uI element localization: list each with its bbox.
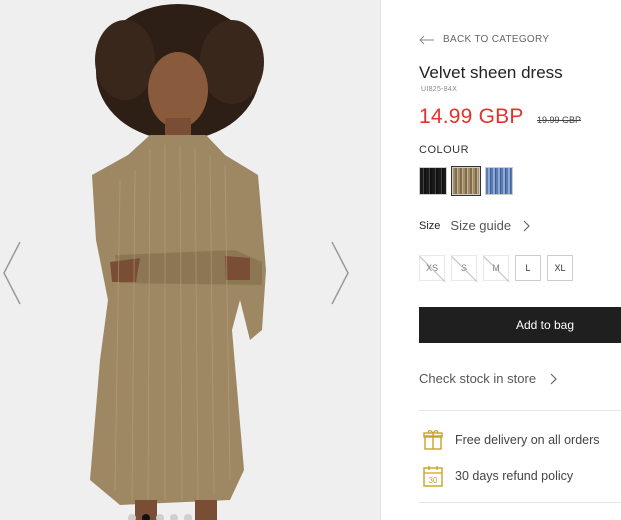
- gallery-pagination: [128, 514, 192, 520]
- size-option-s[interactable]: S: [451, 255, 477, 281]
- previous-image-arrow[interactable]: [0, 238, 24, 308]
- arrow-left-icon: [419, 35, 434, 44]
- calendar-icon-days: 30: [429, 476, 438, 485]
- gallery-dot[interactable]: [170, 514, 178, 520]
- section-divider: [419, 502, 621, 503]
- product-details-panel: BACK TO CATEGORY Velvet sheen dress UI82…: [381, 0, 621, 520]
- refund-policy-text: 30 days refund policy: [455, 469, 574, 483]
- product-photo: [0, 0, 380, 520]
- add-to-bag-button[interactable]: Add to bag: [419, 307, 621, 343]
- gift-box-icon: [423, 430, 443, 450]
- size-label: Size: [419, 219, 441, 232]
- gallery-dot[interactable]: [156, 514, 164, 520]
- chevron-right-icon: [550, 373, 557, 384]
- current-price: 14.99 GBP: [419, 105, 524, 128]
- size-option-m[interactable]: M: [483, 255, 509, 281]
- size-guide-link[interactable]: Size guide: [450, 218, 531, 233]
- free-delivery-text: Free delivery on all orders: [455, 433, 600, 447]
- size-option-l[interactable]: L: [515, 255, 541, 281]
- next-image-arrow[interactable]: [328, 238, 352, 308]
- check-stock-label: Check stock in store: [419, 371, 537, 386]
- size-option-xl[interactable]: XL: [547, 255, 573, 281]
- back-to-category-label: BACK TO CATEGORY: [443, 34, 550, 45]
- original-price: 19.99 GBP: [537, 115, 582, 125]
- colour-swatch-blue[interactable]: [485, 167, 513, 195]
- product-gallery: [0, 0, 380, 520]
- section-divider: [419, 410, 621, 411]
- chevron-right-icon: [523, 220, 530, 231]
- colour-swatches: [419, 166, 513, 196]
- product-title: Velvet sheen dress: [419, 63, 563, 82]
- gallery-dot[interactable]: [128, 514, 136, 520]
- size-option-xs[interactable]: XS: [419, 255, 445, 281]
- size-guide-label: Size guide: [450, 218, 512, 233]
- colour-swatch-gold[interactable]: [451, 166, 481, 196]
- colour-swatch-black[interactable]: [419, 167, 447, 195]
- gallery-dot-active[interactable]: [142, 514, 150, 520]
- size-options: XS S M L XL: [419, 255, 573, 281]
- gallery-dot[interactable]: [184, 514, 192, 520]
- calendar-icon: 30: [423, 466, 443, 487]
- product-sku: UI825-84X: [421, 86, 458, 93]
- back-to-category-link[interactable]: BACK TO CATEGORY: [419, 34, 549, 45]
- size-row: Size Size guide: [419, 218, 531, 233]
- refund-policy-info: 30 30 days refund policy: [423, 465, 573, 487]
- free-delivery-info: Free delivery on all orders: [423, 429, 600, 451]
- check-stock-link[interactable]: Check stock in store: [419, 371, 558, 386]
- colour-label: COLOUR: [419, 144, 470, 156]
